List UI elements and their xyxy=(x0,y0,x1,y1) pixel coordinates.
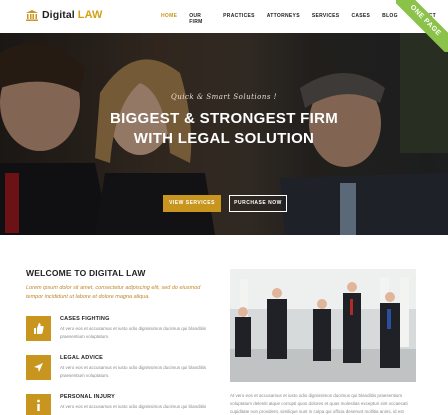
nav-cases[interactable]: CASES xyxy=(351,13,370,25)
lawyers-photo xyxy=(230,269,416,382)
courthouse-icon xyxy=(26,9,38,21)
lawyers-walking-image xyxy=(230,269,416,382)
logo-accent-text: LAW xyxy=(77,9,103,21)
nav-attorneys[interactable]: ATTORNEYS xyxy=(267,13,300,25)
service-title: CASES FIGHTING xyxy=(60,316,110,322)
hero-tagline: Quick & Smart Solutions ! xyxy=(171,93,277,101)
ribbon-label: ONE PAGE xyxy=(396,0,448,52)
hero-title-line2: WITH LEGAL SOLUTION xyxy=(133,130,315,147)
hero-title-line1: BIGGEST & STRONGEST FIRM xyxy=(109,110,339,127)
welcome-text: Lorem ipsum dolor sit amet, consectetur … xyxy=(26,285,201,300)
logo-text: Digital xyxy=(42,9,75,21)
nav-our-firm[interactable]: OUR FIRM xyxy=(189,13,211,25)
site-header: Digital LAW HOME OUR FIRM PRACTICES ATTO… xyxy=(0,0,448,33)
hero-title: BIGGEST & STRONGEST FIRM WITH LEGAL SOLU… xyxy=(0,109,448,149)
nav-services[interactable]: SERVICES xyxy=(312,13,340,25)
service-desc: At vero eos et accusamus et iusto odio d… xyxy=(60,404,207,409)
service-title: LEGAL ADVICE xyxy=(60,355,104,361)
location-arrow-icon xyxy=(26,355,51,380)
service-title: PERSONAL INJURY xyxy=(60,394,115,400)
service-desc: At vero eos et accusamus et iusto odio d… xyxy=(60,365,207,378)
photo-caption-text: At vero eos et accusamus et iusto odio d… xyxy=(230,393,408,414)
purchase-now-button[interactable]: PURCHASE NOW xyxy=(229,195,287,212)
info-icon xyxy=(26,394,51,415)
welcome-title: WELCOME TO DIGITAL LAW xyxy=(26,268,146,278)
service-desc: At vero eos et accusamus et iusto odio d… xyxy=(60,326,207,339)
thumbs-up-icon xyxy=(26,316,51,341)
logo[interactable]: Digital LAW xyxy=(26,9,103,21)
one-page-ribbon: ONE PAGE xyxy=(396,0,448,52)
hero-banner: Quick & Smart Solutions ! BIGGEST & STRO… xyxy=(0,33,448,235)
nav-home[interactable]: HOME xyxy=(161,13,177,25)
view-services-button[interactable]: VIEW SERVICES xyxy=(163,195,221,212)
nav-practices[interactable]: PRACTICES xyxy=(223,13,255,25)
